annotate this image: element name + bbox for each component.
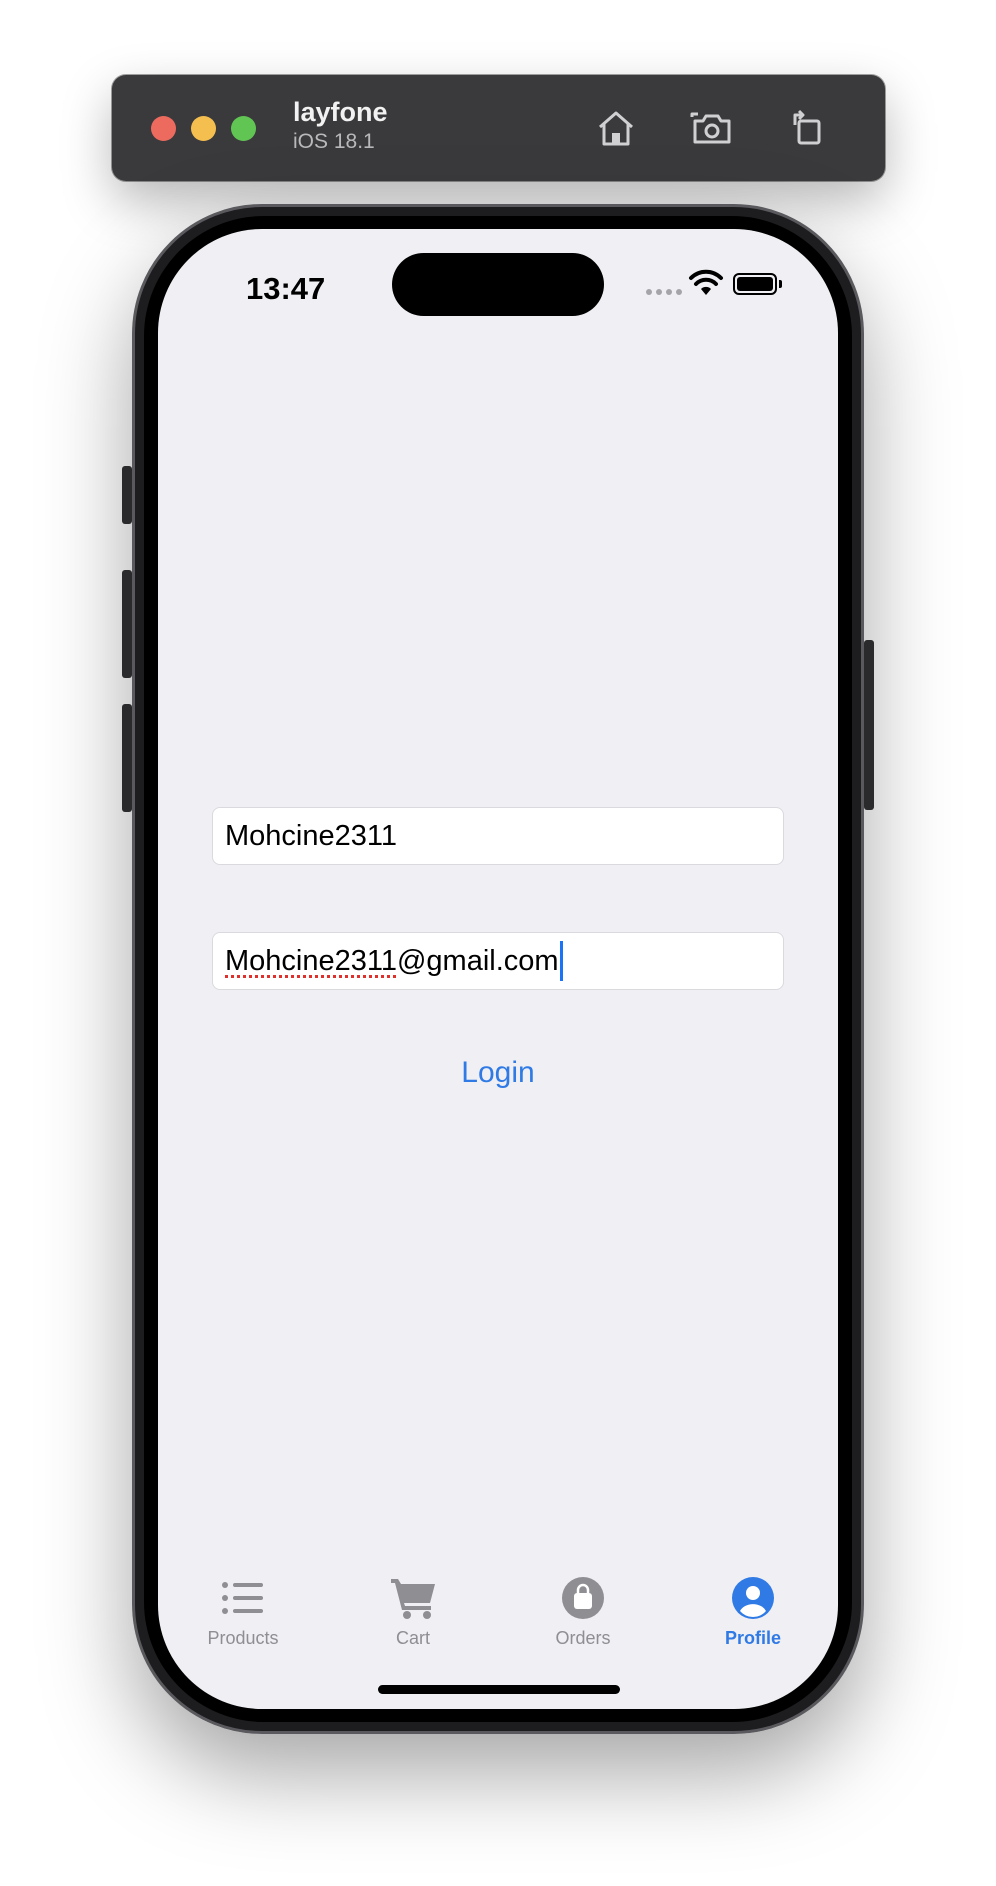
minimize-window-button[interactable] xyxy=(191,116,216,141)
rotate-icon xyxy=(793,109,821,145)
battery-cap xyxy=(779,280,782,288)
cellular-signal-icon xyxy=(646,289,682,295)
tab-bar: Products Cart Orders Profile xyxy=(158,1574,838,1664)
username-field[interactable]: Mohcine2311 xyxy=(212,807,784,865)
email-field[interactable]: Mohcine2311 @gmail.com xyxy=(212,932,784,990)
home-button[interactable] xyxy=(592,104,640,152)
status-time: 13:47 xyxy=(246,271,326,306)
tab-label-cart: Cart xyxy=(395,1628,430,1648)
tab-profile[interactable]: Profile xyxy=(693,1574,813,1649)
close-window-button[interactable] xyxy=(151,116,176,141)
home-indicator[interactable] xyxy=(378,1685,620,1694)
simulator-title-bar xyxy=(112,75,885,181)
os-version: iOS 18.1 xyxy=(293,130,375,153)
wifi-icon xyxy=(689,269,723,295)
bag-icon xyxy=(562,1577,604,1619)
battery-icon xyxy=(733,273,777,295)
tab-label-orders: Orders xyxy=(555,1628,611,1648)
dynamic-island xyxy=(392,253,604,316)
simulator-stage: layfone iOS 18.1 13:47 Mohcine2311 Mohci… xyxy=(0,0,996,1886)
tab-cart[interactable]: Cart xyxy=(353,1574,473,1649)
cart-icon xyxy=(391,1579,435,1619)
tab-label-profile: Profile xyxy=(724,1628,781,1648)
tab-label-products: Products xyxy=(207,1628,279,1648)
person-icon xyxy=(732,1577,774,1619)
power-button xyxy=(864,640,874,810)
email-misspelled-part: Mohcine2311 xyxy=(225,944,397,977)
username-value: Mohcine2311 xyxy=(225,819,397,852)
zoom-window-button[interactable] xyxy=(231,116,256,141)
home-icon xyxy=(599,111,633,146)
email-domain-part: @gmail.com xyxy=(396,944,559,977)
phone-screen: 13:47 Mohcine2311 Mohcine2311 @gmail.com … xyxy=(158,229,838,1709)
volume-down-button xyxy=(122,704,132,812)
rotate-button[interactable] xyxy=(784,104,832,152)
list-icon xyxy=(222,1582,263,1614)
silent-switch xyxy=(122,466,132,524)
login-button[interactable]: Login xyxy=(158,1056,838,1090)
tab-orders[interactable]: Orders xyxy=(523,1574,643,1649)
screenshot-button[interactable] xyxy=(688,104,736,152)
volume-up-button xyxy=(122,570,132,678)
screenshot-icon xyxy=(690,112,731,144)
tab-products[interactable]: Products xyxy=(183,1574,303,1649)
device-name: layfone xyxy=(293,97,388,127)
text-cursor xyxy=(559,941,563,981)
